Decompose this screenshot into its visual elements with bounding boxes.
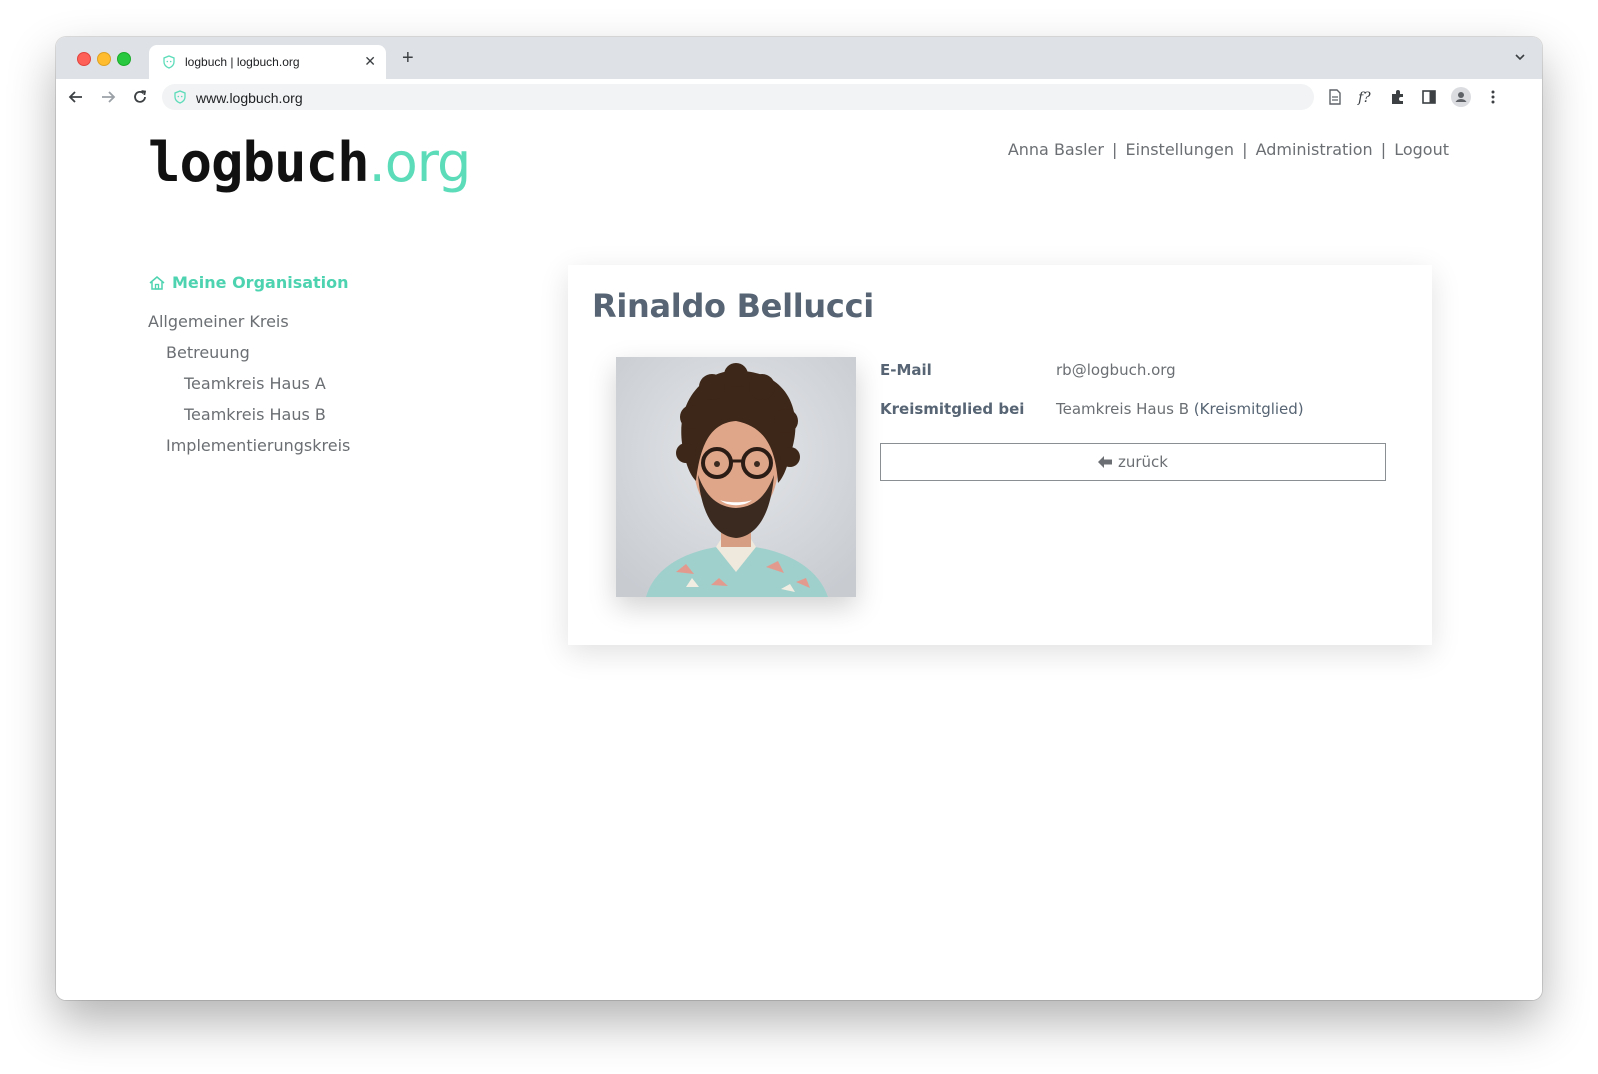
logo-main: logbuch	[148, 131, 370, 194]
font-extension-icon[interactable]: f?	[1357, 88, 1375, 106]
back-button-label: zurück	[1118, 453, 1168, 471]
sidebar: Meine Organisation Allgemeiner Kreis Bet…	[148, 273, 350, 467]
portrait-image	[616, 357, 856, 597]
sidebar-item-teamkreis-haus-b[interactable]: Teamkreis Haus B	[148, 405, 350, 436]
back-button[interactable]: zurück	[880, 443, 1386, 481]
user-nav: Anna Basler | Einstellungen | Administra…	[1008, 140, 1449, 159]
shield-favicon-icon	[163, 55, 175, 69]
browser-tab[interactable]: logbuch | logbuch.org ✕	[149, 45, 386, 79]
new-tab-icon[interactable]: +	[402, 48, 414, 68]
zoom-window-button[interactable]	[117, 52, 131, 66]
sidebar-item-betreuung[interactable]: Betreuung	[148, 343, 350, 374]
shield-favicon-icon	[174, 90, 186, 104]
url-text: www.logbuch.org	[196, 90, 303, 106]
nav-separator: |	[1112, 140, 1118, 159]
sidebar-item-implementierungskreis[interactable]: Implementierungskreis	[148, 436, 350, 467]
browser-toolbar: www.logbuch.org f?	[56, 79, 1542, 116]
logo-suffix: .org	[368, 131, 472, 194]
kebab-menu-icon[interactable]	[1484, 88, 1502, 106]
browser-window: logbuch | logbuch.org ✕ + www.logbuch.or…	[56, 37, 1542, 1000]
reload-icon[interactable]	[131, 88, 149, 106]
profile-photo	[616, 357, 856, 597]
arrow-left-icon	[1098, 456, 1112, 468]
side-panel-icon[interactable]	[1420, 88, 1438, 106]
sidebar-heading-label: Meine Organisation	[172, 273, 349, 292]
close-tab-icon[interactable]: ✕	[364, 53, 376, 70]
puzzle-extensions-icon[interactable]	[1389, 88, 1407, 106]
user-name-link[interactable]: Anna Basler	[1008, 140, 1104, 159]
email-value[interactable]: rb@logbuch.org	[1056, 361, 1176, 379]
address-bar[interactable]: www.logbuch.org	[162, 84, 1314, 110]
profile-card: Rinaldo Bellucci E-Mail rb@logbuch.org K…	[568, 265, 1432, 645]
sidebar-item-allgemeiner-kreis[interactable]: Allgemeiner Kreis	[148, 312, 350, 343]
back-arrow-icon[interactable]	[67, 88, 85, 106]
settings-link[interactable]: Einstellungen	[1126, 140, 1234, 159]
sidebar-item-teamkreis-haus-a[interactable]: Teamkreis Haus A	[148, 374, 350, 405]
document-icon[interactable]	[1326, 88, 1344, 106]
svg-text:f?: f?	[1357, 90, 1371, 106]
chevron-down-icon[interactable]	[1514, 51, 1526, 63]
tab-bar: logbuch | logbuch.org ✕ +	[56, 37, 1542, 79]
logout-link[interactable]: Logout	[1394, 140, 1449, 159]
logo[interactable]: logbuch.org	[148, 131, 472, 194]
close-window-button[interactable]	[77, 52, 91, 66]
email-label: E-Mail	[880, 361, 932, 379]
tab-title: logbuch | logbuch.org	[185, 55, 300, 69]
administration-link[interactable]: Administration	[1256, 140, 1373, 159]
forward-arrow-icon[interactable]	[99, 88, 117, 106]
person-name: Rinaldo Bellucci	[592, 287, 874, 325]
membership-circle-link[interactable]: Teamkreis Haus B	[1056, 400, 1189, 418]
membership-role: (Kreismitglied)	[1193, 400, 1304, 418]
circle-membership-value: Teamkreis Haus B (Kreismitglied)	[1056, 400, 1304, 418]
minimize-window-button[interactable]	[97, 52, 111, 66]
nav-separator: |	[1380, 140, 1387, 159]
home-icon	[149, 275, 165, 290]
page-content: logbuch.org Anna Basler | Einstellungen …	[56, 115, 1542, 1000]
sidebar-heading-my-organisation[interactable]: Meine Organisation	[148, 273, 350, 292]
nav-separator: |	[1242, 140, 1248, 159]
profile-avatar-icon[interactable]	[1451, 87, 1471, 107]
circle-membership-label: Kreismitglied bei	[880, 400, 1025, 418]
